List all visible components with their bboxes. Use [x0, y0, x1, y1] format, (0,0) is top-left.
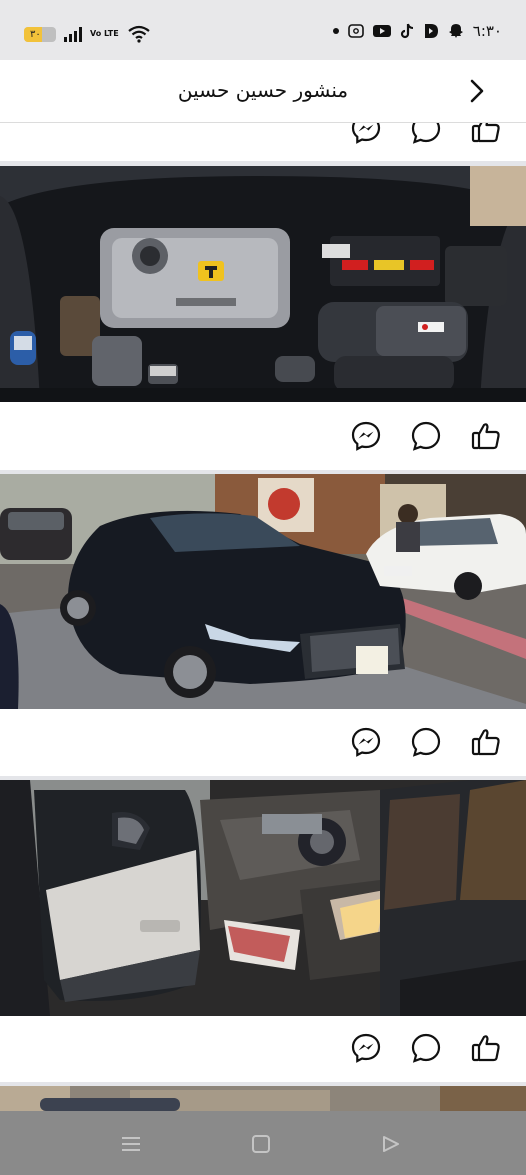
wifi-icon [128, 25, 150, 43]
messenger-icon[interactable] [350, 420, 382, 452]
comment-icon[interactable] [410, 123, 442, 145]
signal-icon [64, 26, 82, 42]
clock-time: ٦:٣٠ [472, 22, 502, 40]
post-actions-bar [0, 123, 526, 161]
back-triangle-icon[interactable] [380, 1133, 402, 1155]
status-right: ٦:٣٠ [332, 22, 502, 40]
thumbs-up-icon[interactable] [470, 726, 502, 758]
post-actions-bar [0, 1016, 526, 1082]
nfc-icon [347, 24, 364, 38]
comment-icon[interactable] [410, 420, 442, 452]
thumbs-up-icon[interactable] [470, 1032, 502, 1064]
post-photo-car-exterior[interactable] [0, 474, 526, 709]
thumbs-up-icon[interactable] [470, 420, 502, 452]
post-actions-bar [0, 402, 526, 470]
post-header: منشور حسين حسين [0, 60, 526, 123]
post-photo-partial[interactable] [0, 1086, 526, 1111]
post-actions-bar [0, 709, 526, 776]
messenger-icon[interactable] [350, 1032, 382, 1064]
battery-icon: ٣٠ [24, 26, 56, 42]
home-icon[interactable] [250, 1133, 272, 1155]
status-left: ٣٠ Vo LTE [24, 23, 151, 45]
comment-icon[interactable] [410, 726, 442, 758]
chevron-right-icon[interactable] [462, 76, 492, 106]
thumbs-up-icon[interactable] [470, 123, 502, 145]
page-title: منشور حسين حسين [177, 78, 349, 102]
volte-label: Vo LTE [90, 29, 119, 38]
snapchat-icon [448, 24, 463, 38]
comment-icon[interactable] [410, 1032, 442, 1064]
messenger-icon[interactable] [350, 123, 382, 145]
tiktok-icon [400, 23, 413, 39]
system-nav-bar [0, 1111, 526, 1175]
post-photo-car-interior[interactable] [0, 780, 526, 1016]
notification-dot [332, 28, 339, 34]
status-bar: ٣٠ Vo LTE ٦:٣٠ [0, 0, 526, 60]
post-photo-engine[interactable] [0, 166, 526, 402]
battery-level: ٣٠ [30, 28, 41, 40]
menu-icon[interactable] [120, 1133, 142, 1155]
messenger-icon[interactable] [350, 726, 382, 758]
d-app-icon [424, 24, 438, 38]
youtube-icon [372, 25, 391, 37]
